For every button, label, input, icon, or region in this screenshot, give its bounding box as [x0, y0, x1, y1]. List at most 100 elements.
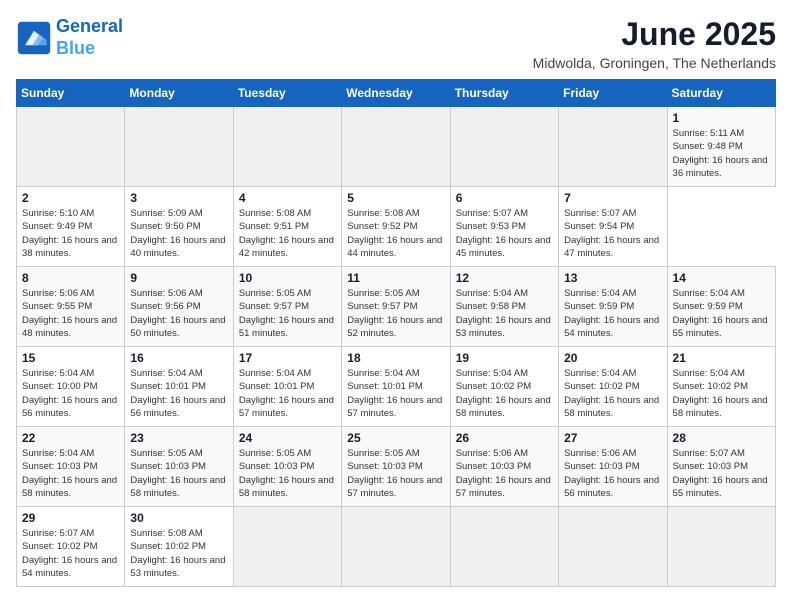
day-info-8: Sunrise: 5:06 AMSunset: 9:55 PMDaylight:…: [22, 287, 119, 340]
day-cell-15: 15 Sunrise: 5:04 AMSunset: 10:00 PMDaylig…: [17, 347, 125, 427]
header-tuesday: Tuesday: [233, 80, 341, 107]
day-info-9: Sunrise: 5:06 AMSunset: 9:56 PMDaylight:…: [130, 287, 227, 340]
logo-icon: [16, 20, 52, 56]
day-number-6: 6: [456, 191, 553, 205]
day-cell-19: 19Sunrise: 5:04 AMSunset: 10:02 PMDaylig…: [450, 347, 558, 427]
day-number-1: 1: [673, 111, 770, 125]
day-number-13: 13: [564, 271, 661, 285]
day-cell-7: 7Sunrise: 5:07 AMSunset: 9:54 PMDaylight…: [559, 187, 667, 267]
day-info-7: Sunrise: 5:07 AMSunset: 9:54 PMDaylight:…: [564, 207, 661, 260]
day-number-5: 5: [347, 191, 444, 205]
day-cell-27: 27 Sunrise: 5:06 AMSunset: 10:03 PMDaylig…: [559, 427, 667, 507]
location-subtitle: Midwolda, Groningen, The Netherlands: [533, 55, 776, 71]
header-monday: Monday: [125, 80, 233, 107]
day-number-24: 24: [239, 431, 336, 445]
day-info-12: Sunrise: 5:04 AMSunset: 9:58 PMDaylight:…: [456, 287, 553, 340]
day-number-10: 10: [239, 271, 336, 285]
day-number-4: 4: [239, 191, 336, 205]
day-info-15: Sunrise: 5:04 AMSunset: 10:00 PMDaylight…: [22, 367, 119, 420]
day-info-27: Sunrise: 5:06 AMSunset: 10:03 PMDaylight…: [564, 447, 661, 500]
day-info-16: Sunrise: 5:04 AMSunset: 10:01 PMDaylight…: [130, 367, 227, 420]
day-info-2: Sunrise: 5:10 AMSunset: 9:49 PMDaylight:…: [22, 207, 119, 260]
header-wednesday: Wednesday: [342, 80, 450, 107]
day-number-14: 14: [673, 271, 770, 285]
day-number-27: 27: [564, 431, 661, 445]
day-info-3: Sunrise: 5:09 AMSunset: 9:50 PMDaylight:…: [130, 207, 227, 260]
day-cell-29: 29Sunrise: 5:07 AMSunset: 10:02 PMDaylig…: [17, 507, 125, 587]
day-cell-4: 4Sunrise: 5:08 AMSunset: 9:51 PMDaylight…: [233, 187, 341, 267]
day-number-26: 26: [456, 431, 553, 445]
day-info-13: Sunrise: 5:04 AMSunset: 9:59 PMDaylight:…: [564, 287, 661, 340]
calendar-header-row: SundayMondayTuesdayWednesdayThursdayFrid…: [17, 80, 776, 107]
day-number-21: 21: [673, 351, 770, 365]
day-cell-21: 21 Sunrise: 5:04 AMSunset: 10:02 PMDaylig…: [667, 347, 775, 427]
day-cell-25: 25Sunrise: 5:05 AMSunset: 10:03 PMDaylig…: [342, 427, 450, 507]
day-number-2: 2: [22, 191, 119, 205]
day-cell-8: 8 Sunrise: 5:06 AMSunset: 9:55 PMDaylight…: [17, 267, 125, 347]
day-number-16: 16: [130, 351, 227, 365]
day-cell-10: 10 Sunrise: 5:05 AMSunset: 9:57 PMDayligh…: [233, 267, 341, 347]
day-cell-24: 24Sunrise: 5:05 AMSunset: 10:03 PMDaylig…: [233, 427, 341, 507]
empty-cell: [667, 507, 775, 587]
week-row-3: 8 Sunrise: 5:06 AMSunset: 9:55 PMDaylight…: [17, 267, 776, 347]
week-row-1: 1Sunrise: 5:11 AMSunset: 9:48 PMDaylight…: [17, 107, 776, 187]
day-info-30: Sunrise: 5:08 AMSunset: 10:02 PMDaylight…: [130, 527, 227, 580]
day-cell-1: 1Sunrise: 5:11 AMSunset: 9:48 PMDaylight…: [667, 107, 775, 187]
day-info-17: Sunrise: 5:04 AMSunset: 10:01 PMDaylight…: [239, 367, 336, 420]
day-number-3: 3: [130, 191, 227, 205]
empty-cell: [559, 107, 667, 187]
day-info-28: Sunrise: 5:07 AMSunset: 10:03 PMDaylight…: [673, 447, 770, 500]
day-number-22: 22: [22, 431, 119, 445]
page-header: General Blue June 2025 Midwolda, Groning…: [16, 16, 776, 71]
day-number-15: 15: [22, 351, 119, 365]
day-cell-11: 11Sunrise: 5:05 AMSunset: 9:57 PMDayligh…: [342, 267, 450, 347]
day-info-6: Sunrise: 5:07 AMSunset: 9:53 PMDaylight:…: [456, 207, 553, 260]
day-cell-5: 5 Sunrise: 5:08 AMSunset: 9:52 PMDaylight…: [342, 187, 450, 267]
day-info-5: Sunrise: 5:08 AMSunset: 9:52 PMDaylight:…: [347, 207, 444, 260]
week-row-6: 29Sunrise: 5:07 AMSunset: 10:02 PMDaylig…: [17, 507, 776, 587]
day-info-26: Sunrise: 5:06 AMSunset: 10:03 PMDaylight…: [456, 447, 553, 500]
day-info-22: Sunrise: 5:04 AMSunset: 10:03 PMDaylight…: [22, 447, 119, 500]
day-cell-9: 9 Sunrise: 5:06 AMSunset: 9:56 PMDaylight…: [125, 267, 233, 347]
day-cell-16: 16 Sunrise: 5:04 AMSunset: 10:01 PMDaylig…: [125, 347, 233, 427]
day-cell-22: 22 Sunrise: 5:04 AMSunset: 10:03 PMDaylig…: [17, 427, 125, 507]
day-cell-17: 17 Sunrise: 5:04 AMSunset: 10:01 PMDaylig…: [233, 347, 341, 427]
empty-cell: [450, 507, 558, 587]
day-cell-13: 13 Sunrise: 5:04 AMSunset: 9:59 PMDayligh…: [559, 267, 667, 347]
logo-text: General Blue: [56, 16, 123, 59]
day-number-30: 30: [130, 511, 227, 525]
header-thursday: Thursday: [450, 80, 558, 107]
day-number-19: 19: [456, 351, 553, 365]
logo: General Blue: [16, 16, 123, 59]
day-info-21: Sunrise: 5:04 AMSunset: 10:02 PMDaylight…: [673, 367, 770, 420]
day-info-23: Sunrise: 5:05 AMSunset: 10:03 PMDaylight…: [130, 447, 227, 500]
day-number-8: 8: [22, 271, 119, 285]
empty-cell: [233, 507, 341, 587]
day-cell-6: 6 Sunrise: 5:07 AMSunset: 9:53 PMDaylight…: [450, 187, 558, 267]
header-saturday: Saturday: [667, 80, 775, 107]
empty-cell: [125, 107, 233, 187]
day-number-29: 29: [22, 511, 119, 525]
day-cell-26: 26 Sunrise: 5:06 AMSunset: 10:03 PMDaylig…: [450, 427, 558, 507]
day-cell-28: 28Sunrise: 5:07 AMSunset: 10:03 PMDaylig…: [667, 427, 775, 507]
day-info-20: Sunrise: 5:04 AMSunset: 10:02 PMDaylight…: [564, 367, 661, 420]
day-info-11: Sunrise: 5:05 AMSunset: 9:57 PMDaylight:…: [347, 287, 444, 340]
week-row-5: 22 Sunrise: 5:04 AMSunset: 10:03 PMDaylig…: [17, 427, 776, 507]
empty-cell: [559, 507, 667, 587]
day-cell-2: 2 Sunrise: 5:10 AMSunset: 9:49 PMDaylight…: [17, 187, 125, 267]
day-cell-18: 18Sunrise: 5:04 AMSunset: 10:01 PMDaylig…: [342, 347, 450, 427]
week-row-2: 2 Sunrise: 5:10 AMSunset: 9:49 PMDaylight…: [17, 187, 776, 267]
day-number-9: 9: [130, 271, 227, 285]
day-number-23: 23: [130, 431, 227, 445]
day-cell-3: 3 Sunrise: 5:09 AMSunset: 9:50 PMDaylight…: [125, 187, 233, 267]
day-number-18: 18: [347, 351, 444, 365]
empty-cell: [342, 507, 450, 587]
header-friday: Friday: [559, 80, 667, 107]
empty-cell: [233, 107, 341, 187]
day-number-17: 17: [239, 351, 336, 365]
day-cell-30: 30 Sunrise: 5:08 AMSunset: 10:02 PMDaylig…: [125, 507, 233, 587]
empty-cell: [17, 107, 125, 187]
day-cell-20: 20Sunrise: 5:04 AMSunset: 10:02 PMDaylig…: [559, 347, 667, 427]
day-info-10: Sunrise: 5:05 AMSunset: 9:57 PMDaylight:…: [239, 287, 336, 340]
day-info-14: Sunrise: 5:04 AMSunset: 9:59 PMDaylight:…: [673, 287, 770, 340]
